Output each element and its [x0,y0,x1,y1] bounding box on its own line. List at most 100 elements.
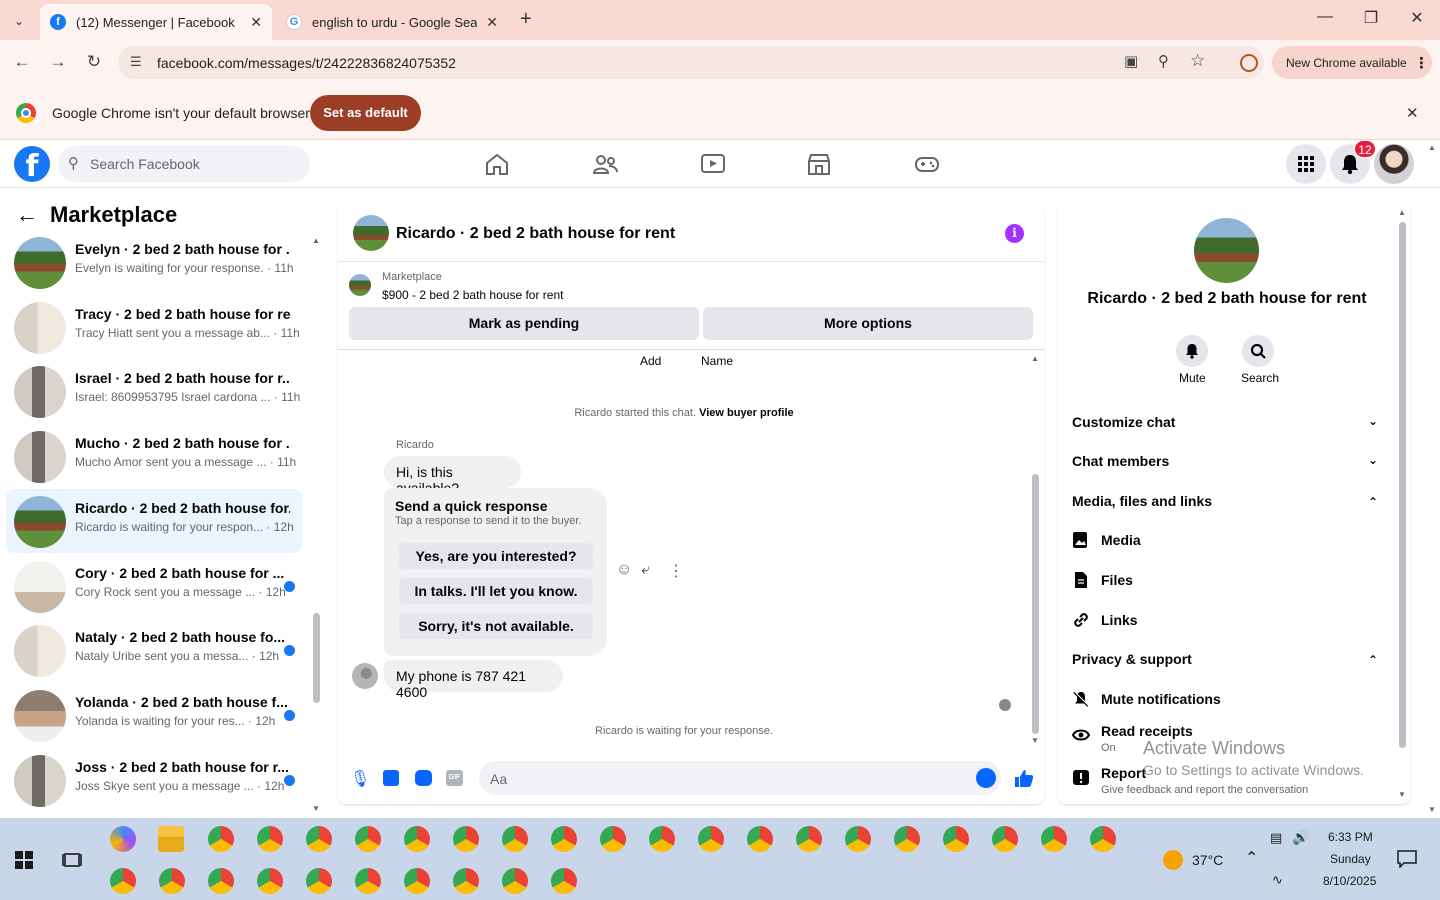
chrome-window-icon[interactable] [257,826,283,852]
temperature[interactable]: 37°C [1192,852,1223,868]
message-bubble[interactable]: Hi, is this available? [384,456,521,496]
file-explorer-icon[interactable] [158,826,184,852]
chrome-window-icon[interactable] [404,826,430,852]
bookmark-star-icon[interactable]: ☆ [1190,51,1205,71]
reload-icon[interactable]: ↻ [82,52,106,72]
photo-icon[interactable] [383,770,399,786]
conversation-item[interactable]: Yolanda · 2 bed 2 bath house f... Yolanda… [6,683,302,747]
clock-day[interactable]: Sunday [1330,852,1371,866]
restore-icon[interactable]: ❐ [1356,8,1386,28]
video-icon[interactable] [700,152,726,176]
customize-chat-section[interactable]: Customize chat [1072,414,1175,430]
conversation-item[interactable]: Joss · 2 bed 2 bath house for r... Joss S… [6,748,302,812]
chat-scroll-down-icon[interactable]: ▼ [1031,736,1039,745]
chrome-window-icon[interactable] [992,826,1018,852]
media-files-links-section[interactable]: Media, files and links [1072,493,1212,509]
chrome-window-icon[interactable] [943,826,969,852]
view-buyer-profile-link[interactable]: View buyer profile [699,407,794,419]
chat-scroll-up-icon[interactable]: ▲ [1031,354,1039,363]
chrome-window-icon[interactable] [453,826,479,852]
chrome-window-icon[interactable] [306,826,332,852]
show-hidden-icons-icon[interactable]: ⌃ [1245,848,1258,868]
marketplace-icon[interactable] [806,152,832,176]
conversation-item[interactable]: Ricardo · 2 bed 2 bath house for... Ricar… [6,488,302,553]
listing-price[interactable]: $900 - 2 bed 2 bath house for rent [382,288,563,302]
meet-now-icon[interactable]: ▤ [1270,830,1282,846]
media-item[interactable]: Media [1101,532,1141,548]
tab-google-search[interactable]: G english to urdu - Google Search ✕ [276,4,508,40]
back-icon[interactable]: ← [10,52,34,72]
chrome-window-icon[interactable] [502,868,528,894]
chevron-up-icon[interactable]: ⌃ [1368,653,1378,667]
chevron-down-icon[interactable]: ⌄ [1368,453,1378,467]
chrome-window-icon[interactable] [845,826,871,852]
mute-button[interactable] [1176,335,1208,367]
info-icon[interactable]: i [1005,224,1024,243]
privacy-support-section[interactable]: Privacy & support [1072,651,1192,667]
reply-icon[interactable]: ⤶ [641,561,650,579]
chrome-window-icon[interactable] [453,868,479,894]
new-tab-button[interactable]: + [520,8,532,31]
address-bar[interactable]: ☰ facebook.com/messages/t/24222836824075… [118,46,1264,79]
thumbs-up-icon[interactable] [1014,768,1034,788]
page-scroll-up-icon[interactable]: ▲ [1428,143,1436,152]
sender-avatar[interactable] [352,663,378,689]
chrome-window-icon[interactable] [747,826,773,852]
chrome-window-icon[interactable] [355,868,381,894]
profile-icon[interactable] [1240,54,1258,72]
listing-thumbnail[interactable] [349,274,371,296]
notification-center-icon[interactable] [1397,850,1417,868]
info-scroll-down-icon[interactable]: ▼ [1398,790,1406,799]
friends-icon[interactable] [592,152,618,176]
wifi-icon[interactable]: ∿ [1272,872,1283,888]
report-item[interactable]: Report [1101,765,1146,781]
set-default-button[interactable]: Set as default [310,95,421,131]
sidebar-scroll-up-icon[interactable]: ▲ [312,236,320,245]
conversation-item[interactable]: Cory · 2 bed 2 bath house for ... Cory Ro… [6,554,302,618]
chevron-up-icon[interactable]: ⌃ [1368,495,1378,509]
chevron-down-icon[interactable]: ⌄ [1368,414,1378,428]
chrome-window-icon[interactable] [649,826,675,852]
emoji-icon[interactable] [976,768,996,788]
chrome-window-icon[interactable] [1041,826,1067,852]
mark-as-pending-button[interactable]: Mark as pending [349,307,699,340]
forward-icon[interactable]: → [46,52,70,72]
chrome-window-icon[interactable] [600,826,626,852]
site-settings-icon[interactable]: ☰ [130,54,142,70]
links-item[interactable]: Links [1101,612,1138,628]
chrome-window-icon[interactable] [698,826,724,852]
conversation-item[interactable]: Nataly · 2 bed 2 bath house fo... Nataly … [6,618,302,682]
zoom-icon[interactable]: ⚲ [1158,52,1169,70]
search-in-chat-button[interactable] [1242,335,1274,367]
chrome-window-icon[interactable] [894,826,920,852]
facebook-logo[interactable]: f [14,146,50,184]
conversation-item[interactable]: Tracy · 2 bed 2 bath house for re... Trac… [6,295,302,359]
read-receipts-item[interactable]: Read receipts [1101,723,1193,739]
chat-avatar[interactable] [353,215,389,251]
close-tab-icon[interactable]: ✕ [250,14,262,31]
close-tab-icon[interactable]: ✕ [486,14,498,31]
home-icon[interactable] [484,152,510,176]
chrome-window-icon[interactable] [306,868,332,894]
microphone-icon[interactable]: 🎙 [350,769,370,789]
info-scrollbar[interactable] [1399,222,1406,748]
weather-icon[interactable] [1163,850,1183,870]
gif-icon[interactable]: GIF [446,770,463,786]
menu-dots-icon[interactable]: ⋮ [1414,54,1429,72]
info-scroll-up-icon[interactable]: ▲ [1398,208,1406,217]
message-input[interactable]: Aa [479,761,1001,795]
clock-date[interactable]: 8/10/2025 [1323,874,1376,888]
sidebar-scroll-down-icon[interactable]: ▼ [312,804,320,813]
chrome-window-icon[interactable] [551,826,577,852]
menu-grid-button[interactable] [1286,144,1326,184]
tab-messenger[interactable]: f (12) Messenger | Facebook ✕ [40,4,272,40]
chat-members-section[interactable]: Chat members [1072,453,1169,469]
copilot-icon[interactable] [110,826,136,852]
page-scroll-down-icon[interactable]: ▼ [1428,805,1436,814]
chrome-window-icon[interactable] [502,826,528,852]
chrome-window-icon[interactable] [551,868,577,894]
files-item[interactable]: Files [1101,572,1133,588]
conversation-item[interactable]: Mucho · 2 bed 2 bath house for ... Mucho … [6,424,302,488]
account-avatar[interactable] [1374,144,1414,184]
facebook-search-input[interactable]: ⚲ Search Facebook [58,146,310,182]
